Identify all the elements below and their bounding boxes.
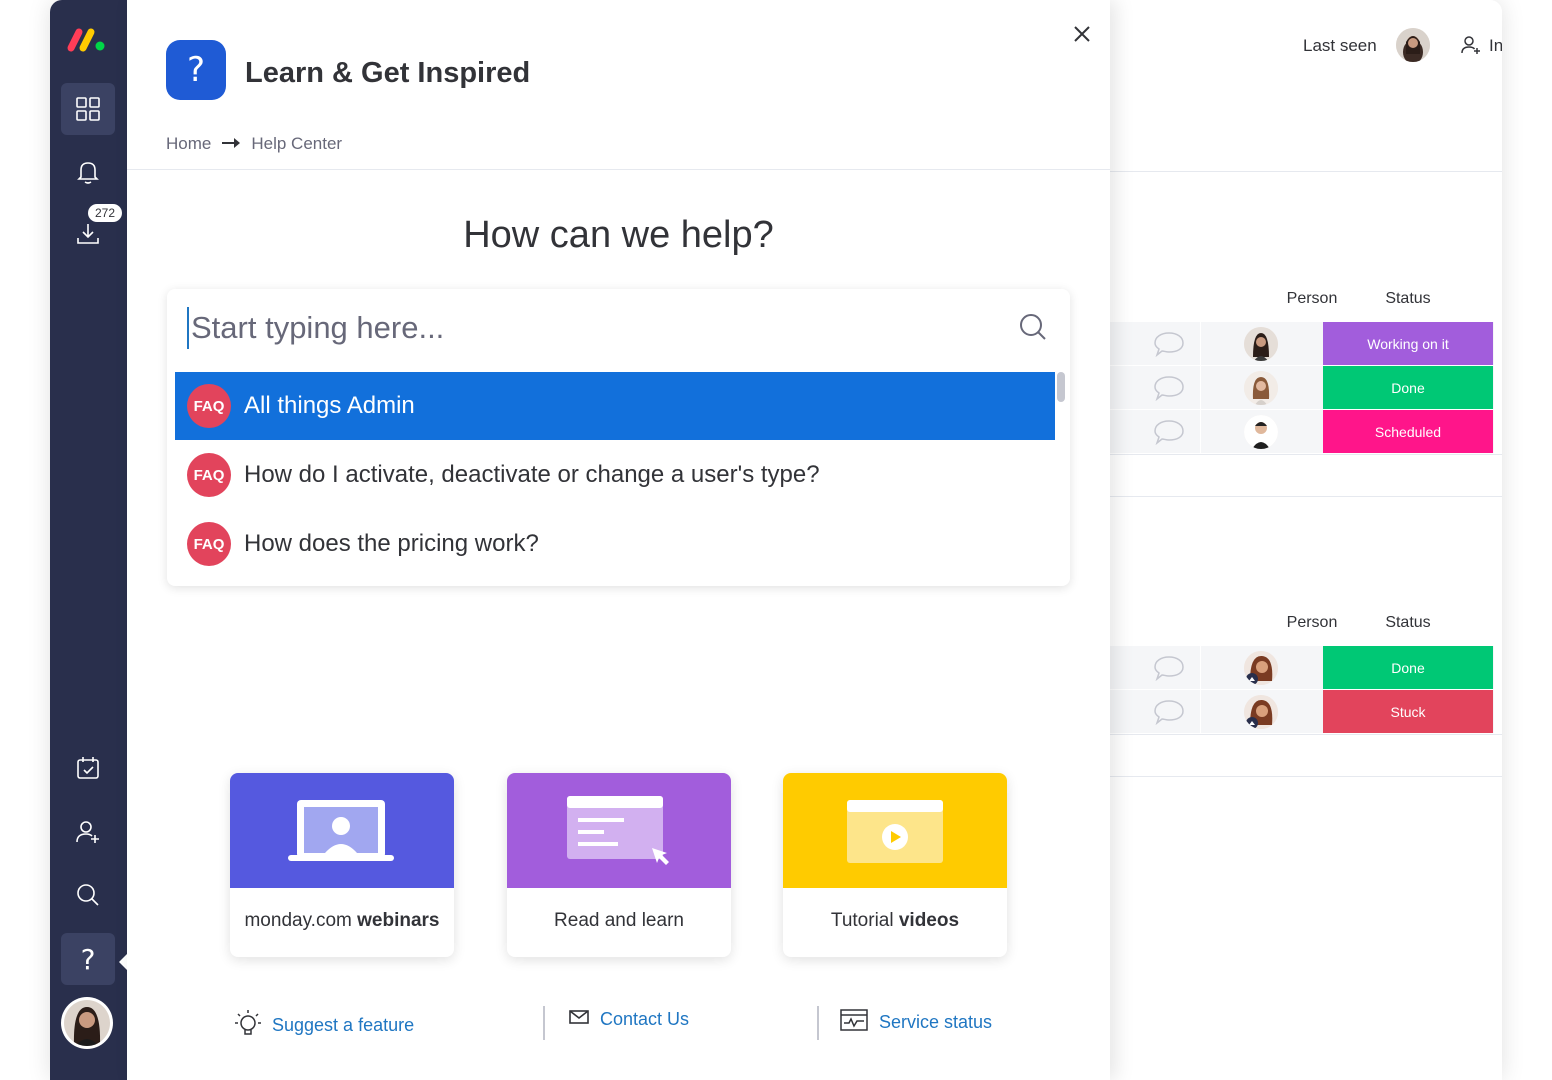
inbox-count-badge: 272	[88, 204, 122, 222]
faq-badge-icon: FAQ	[187, 522, 231, 566]
app-window: Last seen In Person Status Working on it…	[50, 0, 1502, 1080]
status-monitor-icon	[839, 1008, 869, 1037]
invite-members-icon[interactable]	[61, 806, 115, 858]
help-question-icon: ?	[166, 40, 226, 100]
person-avatar[interactable]	[1244, 371, 1278, 405]
search-input[interactable]	[187, 307, 1013, 349]
status-cell[interactable]: Stuck	[1323, 690, 1493, 733]
card-label: Tutorial videos	[830, 910, 960, 931]
invite-icon[interactable]	[1460, 34, 1482, 61]
search-result-text: How do I activate, deactivate or change …	[244, 461, 820, 488]
service-status-link[interactable]: Service status	[839, 1008, 992, 1037]
close-icon[interactable]	[1070, 22, 1094, 46]
comment-bubble-icon[interactable]	[1153, 375, 1185, 406]
invite-label[interactable]: In	[1489, 36, 1502, 56]
search-result-text: How does the pricing work?	[244, 530, 539, 557]
card-label: monday.com webinars	[244, 910, 440, 931]
read-and-learn-card[interactable]: Read and learn	[507, 773, 731, 957]
tutorial-videos-card[interactable]: Tutorial videos	[783, 773, 1007, 957]
help-headline: How can we help?	[463, 214, 774, 256]
suggest-feature-link[interactable]: Suggest a feature	[234, 1008, 414, 1043]
user-avatar[interactable]	[61, 997, 113, 1049]
status-column-header: Status	[1385, 614, 1431, 631]
breadcrumb: Home Help Center	[166, 134, 342, 154]
board-divider	[1110, 171, 1502, 172]
comment-bubble-icon[interactable]	[1153, 419, 1185, 450]
comment-bubble-icon[interactable]	[1153, 699, 1185, 730]
person-avatar[interactable]	[1244, 651, 1278, 685]
video-illustration-icon	[783, 773, 1007, 888]
table-row[interactable]: Working on it	[1110, 322, 1494, 366]
my-work-icon[interactable]	[61, 742, 115, 794]
left-nav: 272 ?	[50, 0, 127, 1080]
table-row[interactable]: Done	[1110, 646, 1494, 690]
laptop-illustration-icon	[230, 773, 454, 888]
status-column-header: Status	[1385, 290, 1431, 307]
lightbulb-icon	[234, 1008, 262, 1043]
results-scrollbar[interactable]	[1057, 372, 1065, 402]
active-caret-icon	[119, 954, 127, 970]
comment-bubble-icon[interactable]	[1153, 655, 1185, 686]
search-result-item[interactable]: FAQ All things Admin	[175, 372, 1055, 440]
search-icon[interactable]	[61, 869, 115, 921]
person-avatar[interactable]	[1244, 695, 1278, 729]
person-avatar[interactable]	[1244, 327, 1278, 361]
webinars-card[interactable]: monday.com webinars	[230, 773, 454, 957]
last-seen-avatar[interactable]	[1396, 28, 1430, 62]
workspaces-icon[interactable]	[61, 83, 115, 135]
search-result-text: All things Admin	[244, 392, 415, 419]
last-seen-label: Last seen	[1303, 36, 1377, 55]
breadcrumb-current: Help Center	[251, 134, 343, 153]
status-cell[interactable]: Scheduled	[1323, 410, 1493, 453]
arrow-right-icon	[221, 134, 241, 154]
search-result-item[interactable]: FAQ How does the pricing work?	[175, 510, 1055, 578]
table-row[interactable]: Scheduled	[1110, 410, 1494, 454]
help-center-panel: ? Learn & Get Inspired Home Help Center …	[127, 0, 1110, 1080]
status-cell[interactable]: Done	[1323, 366, 1493, 409]
table-row[interactable]: Done	[1110, 366, 1494, 410]
help-nav-icon[interactable]: ?	[61, 933, 115, 985]
faq-badge-icon: FAQ	[187, 384, 231, 428]
monday-logo-icon[interactable]	[65, 24, 111, 54]
envelope-icon	[568, 1008, 590, 1031]
search-result-item[interactable]: FAQ How do I activate, deactivate or cha…	[175, 441, 1055, 509]
contact-us-link[interactable]: Contact Us	[568, 1008, 689, 1031]
status-cell[interactable]: Done	[1323, 646, 1493, 689]
search-magnifier-icon[interactable]	[1017, 311, 1049, 348]
table-row[interactable]: Stuck	[1110, 690, 1494, 734]
search-dropdown: FAQ All things Admin FAQ How do I activa…	[167, 289, 1070, 586]
board-background: Last seen In Person Status Working on it…	[1110, 0, 1502, 1080]
status-cell[interactable]: Working on it	[1323, 322, 1493, 365]
comment-bubble-icon[interactable]	[1153, 331, 1185, 362]
faq-badge-icon: FAQ	[187, 453, 231, 497]
article-illustration-icon	[507, 773, 731, 888]
person-avatar[interactable]	[1244, 415, 1278, 449]
card-label: Read and learn	[554, 910, 684, 931]
panel-title: Learn & Get Inspired	[245, 57, 531, 89]
bell-icon[interactable]	[61, 146, 115, 198]
breadcrumb-home-link[interactable]: Home	[166, 134, 211, 154]
